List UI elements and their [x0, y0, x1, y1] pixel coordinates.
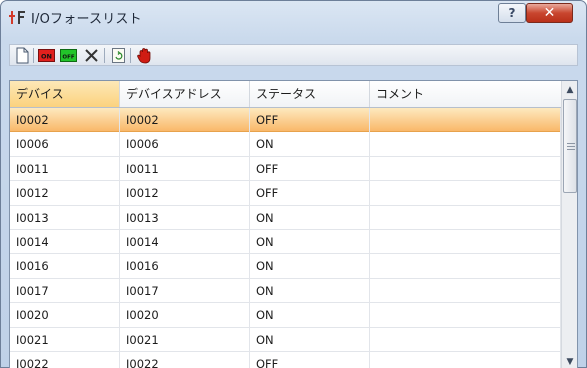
window-title: I/Oフォースリスト	[31, 12, 142, 27]
cell-comment	[370, 181, 561, 206]
stop-hand-icon[interactable]	[136, 47, 153, 64]
toolbar-separator	[33, 48, 34, 63]
table-row[interactable]: I0013 I0013 ON	[10, 205, 561, 230]
force-off-icon[interactable]: OFF	[60, 47, 77, 64]
close-button[interactable]: ✕	[526, 3, 573, 23]
column-header-device-address[interactable]: デバイスアドレス	[120, 81, 250, 107]
cell-comment	[370, 351, 561, 368]
table-row[interactable]: I0012 I0012 OFF	[10, 181, 561, 206]
toolbar-separator	[130, 48, 131, 63]
cell-comment	[370, 205, 561, 230]
help-icon: ?	[508, 6, 516, 20]
io-force-table: デバイス デバイスアドレス ステータス コメント I0002 I0002 OFF I0…	[9, 80, 578, 368]
toolbar-separator	[104, 48, 105, 63]
table-row[interactable]: I0006 I0006 ON	[10, 132, 561, 157]
cell-device-address: I0017	[120, 278, 250, 303]
cell-device-address: I0006	[120, 132, 250, 157]
cell-device: I0017	[10, 278, 120, 303]
close-icon: ✕	[543, 5, 556, 21]
cell-device-address: I0020	[120, 303, 250, 328]
cell-status: ON	[250, 132, 370, 157]
table-row[interactable]: I0014 I0014 ON	[10, 229, 561, 255]
cell-comment	[370, 254, 561, 279]
column-header-comment[interactable]: コメント	[370, 81, 561, 107]
cell-device: I0002	[10, 108, 120, 132]
cell-comment	[370, 327, 561, 352]
force-off-label: OFF	[62, 55, 74, 61]
scroll-thumb[interactable]	[563, 99, 577, 193]
table-row[interactable]: I0016 I0016 ON	[10, 254, 561, 279]
cell-status: OFF	[250, 156, 370, 181]
grip-line	[567, 146, 575, 147]
cell-device-address: I0016	[120, 254, 250, 279]
cell-device-address: I0002	[120, 108, 250, 132]
cell-status: ON	[250, 254, 370, 279]
cell-device: I0021	[10, 327, 120, 352]
cell-comment	[370, 108, 561, 132]
cell-device: I0020	[10, 303, 120, 328]
cell-comment	[370, 229, 561, 254]
table-body: I0002 I0002 OFF I0006 I0006 ON I0011 I0011 OFF I0…	[10, 108, 561, 368]
cell-device: I0012	[10, 181, 120, 206]
cell-status: ON	[250, 229, 370, 254]
cell-device: I0014	[10, 229, 120, 254]
column-header-status[interactable]: ステータス	[250, 81, 370, 107]
force-on-label: ON	[41, 53, 52, 61]
cell-status: OFF	[250, 108, 370, 132]
cell-status: ON	[250, 205, 370, 230]
delete-icon[interactable]	[83, 47, 100, 64]
cell-device: I0011	[10, 156, 120, 181]
scroll-up-icon[interactable]: ▲	[562, 81, 577, 98]
help-button[interactable]: ?	[498, 3, 526, 23]
table-row[interactable]: I0022 I0022 OFF	[10, 351, 561, 368]
refresh-icon[interactable]	[110, 47, 127, 64]
new-icon[interactable]	[14, 47, 31, 64]
table-row[interactable]: I0017 I0017 ON	[10, 278, 561, 304]
cell-comment	[370, 278, 561, 303]
table-row[interactable]: I0021 I0021 ON	[10, 327, 561, 352]
table-row[interactable]: I0020 I0020 ON	[10, 303, 561, 328]
cell-device-address: I0021	[120, 327, 250, 352]
io-force-list-window: I/Oフォースリスト ? ✕ ON OFF デバイス デバイスアドレス ステータ…	[0, 0, 587, 368]
cell-device: I0016	[10, 254, 120, 279]
cell-status: OFF	[250, 351, 370, 368]
cell-comment	[370, 156, 561, 181]
toolbar: ON OFF	[9, 44, 578, 66]
cell-device-address: I0022	[120, 351, 250, 368]
cell-status: ON	[250, 303, 370, 328]
cell-device: I0022	[10, 351, 120, 368]
force-on-icon[interactable]: ON	[38, 47, 55, 64]
vertical-scrollbar[interactable]: ▲ ▼	[561, 81, 577, 368]
cell-status: ON	[250, 278, 370, 303]
table-row[interactable]: I0002 I0002 OFF	[10, 108, 561, 133]
cell-comment	[370, 303, 561, 328]
cell-device: I0013	[10, 205, 120, 230]
grip-line	[567, 143, 575, 144]
cell-device-address: I0013	[120, 205, 250, 230]
title-bar[interactable]: I/Oフォースリスト ? ✕	[1, 1, 586, 31]
column-header-device[interactable]: デバイス	[10, 81, 120, 107]
cell-device-address: I0012	[120, 181, 250, 206]
cell-comment	[370, 132, 561, 157]
cell-device: I0006	[10, 132, 120, 157]
scroll-down-icon[interactable]: ▼	[562, 353, 577, 368]
app-icon	[9, 11, 25, 24]
cell-status: ON	[250, 327, 370, 352]
table-row[interactable]: I0011 I0011 OFF	[10, 156, 561, 182]
table-header: デバイス デバイスアドレス ステータス コメント	[10, 81, 561, 108]
grip-line	[567, 149, 575, 150]
cell-device-address: I0014	[120, 229, 250, 254]
cell-status: OFF	[250, 181, 370, 206]
cell-device-address: I0011	[120, 156, 250, 181]
